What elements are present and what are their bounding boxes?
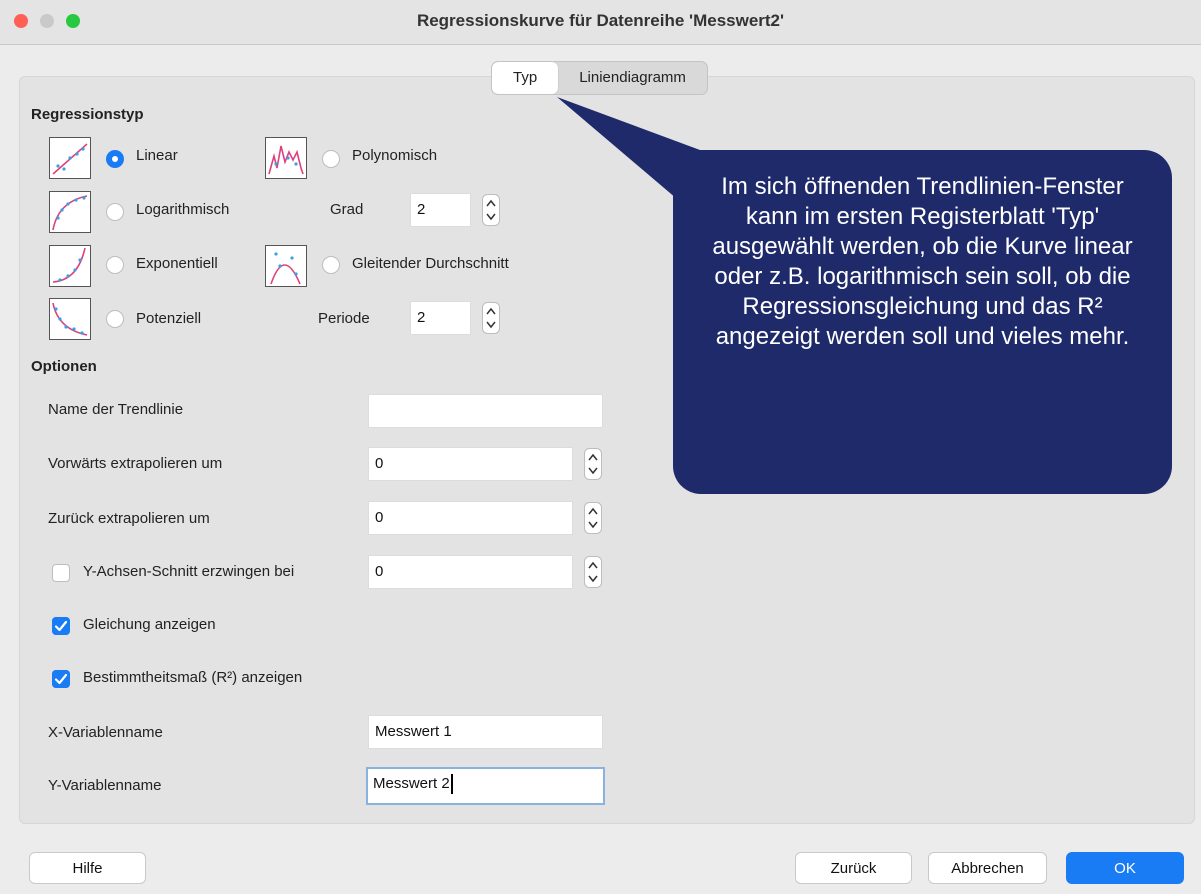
moving-average-chart-icon	[265, 245, 307, 287]
polynomial-chart-icon	[265, 137, 307, 179]
forward-extrapolate-stepper[interactable]	[584, 448, 602, 480]
ok-button[interactable]: OK	[1066, 852, 1184, 884]
exponentiell-label: Exponentiell	[136, 255, 218, 272]
y-intercept-stepper[interactable]	[584, 556, 602, 588]
backward-extrapolate-label: Zurück extrapolieren um	[48, 510, 210, 527]
exponential-chart-icon	[49, 245, 91, 287]
forward-extrapolate-input[interactable]: 0	[368, 447, 573, 481]
trendline-name-input[interactable]	[368, 394, 603, 428]
x-variable-input[interactable]: Messwert 1	[368, 715, 603, 749]
forward-extrapolate-label: Vorwärts extrapolieren um	[48, 455, 223, 472]
trendline-name-label: Name der Trendlinie	[48, 401, 184, 418]
potenziell-label: Potenziell	[136, 310, 202, 327]
linear-label: Linear	[136, 147, 178, 164]
grad-input[interactable]: 2	[410, 193, 471, 227]
show-equation-checkbox[interactable]	[52, 617, 70, 635]
show-equation-label: Gleichung anzeigen	[83, 616, 216, 633]
periode-stepper[interactable]	[482, 302, 500, 334]
y-intercept-input[interactable]: 0	[368, 555, 573, 589]
radio-polynomisch[interactable]	[322, 150, 340, 168]
grad-stepper[interactable]	[482, 194, 500, 226]
show-r2-checkbox[interactable]	[52, 670, 70, 688]
callout-text: Im sich öffnenden Trendlinien-Fenster ka…	[712, 173, 1133, 350]
tab-bar: Typ Liniendiagramm	[491, 61, 708, 95]
periode-input[interactable]: 2	[410, 301, 471, 335]
text-cursor	[450, 774, 453, 795]
radio-gleitender-durchschnitt[interactable]	[322, 256, 340, 274]
radio-potenziell[interactable]	[106, 310, 124, 328]
polynomisch-label: Polynomisch	[352, 147, 438, 164]
cancel-button[interactable]: Abbrechen	[928, 852, 1047, 884]
window-title: Regressionskurve für Datenreihe 'Messwer…	[416, 11, 785, 30]
help-button[interactable]: Hilfe	[29, 852, 146, 884]
logarithmisch-label: Logarithmisch	[136, 201, 230, 218]
tab-liniendiagramm[interactable]: Liniendiagramm	[558, 62, 707, 94]
backward-extrapolate-stepper[interactable]	[584, 502, 602, 534]
callout-box: Im sich öffnenden Trendlinien-Fenster ka…	[673, 150, 1172, 494]
title-bar: Regressionskurve für Datenreihe 'Messwer…	[0, 0, 1201, 45]
x-variable-label: X-Variablenname	[48, 724, 163, 741]
logarithmic-chart-icon	[49, 191, 91, 233]
radio-linear[interactable]	[106, 150, 124, 168]
y-intercept-label: Y-Achsen-Schnitt erzwingen bei	[83, 563, 295, 580]
backward-extrapolate-input[interactable]: 0	[368, 501, 573, 535]
periode-label: Periode	[318, 310, 370, 327]
y-variable-input[interactable]: Messwert 2	[366, 767, 605, 805]
y-variable-value: Messwert 2	[373, 775, 450, 792]
optionen-heading: Optionen	[31, 358, 97, 375]
grad-label: Grad	[330, 201, 364, 218]
linear-chart-icon	[49, 137, 91, 179]
back-button[interactable]: Zurück	[795, 852, 912, 884]
show-r2-label: Bestimmtheitsmaß (R²) anzeigen	[83, 669, 303, 686]
radio-exponentiell[interactable]	[106, 256, 124, 274]
gleitender-label: Gleitender Durchschnitt	[352, 255, 509, 272]
y-variable-label: Y-Variablenname	[48, 777, 162, 794]
y-intercept-checkbox[interactable]	[52, 564, 70, 582]
tab-typ[interactable]: Typ	[492, 62, 559, 94]
power-chart-icon	[49, 298, 91, 340]
regressionstyp-heading: Regressionstyp	[31, 106, 144, 123]
radio-logarithmisch[interactable]	[106, 203, 124, 221]
